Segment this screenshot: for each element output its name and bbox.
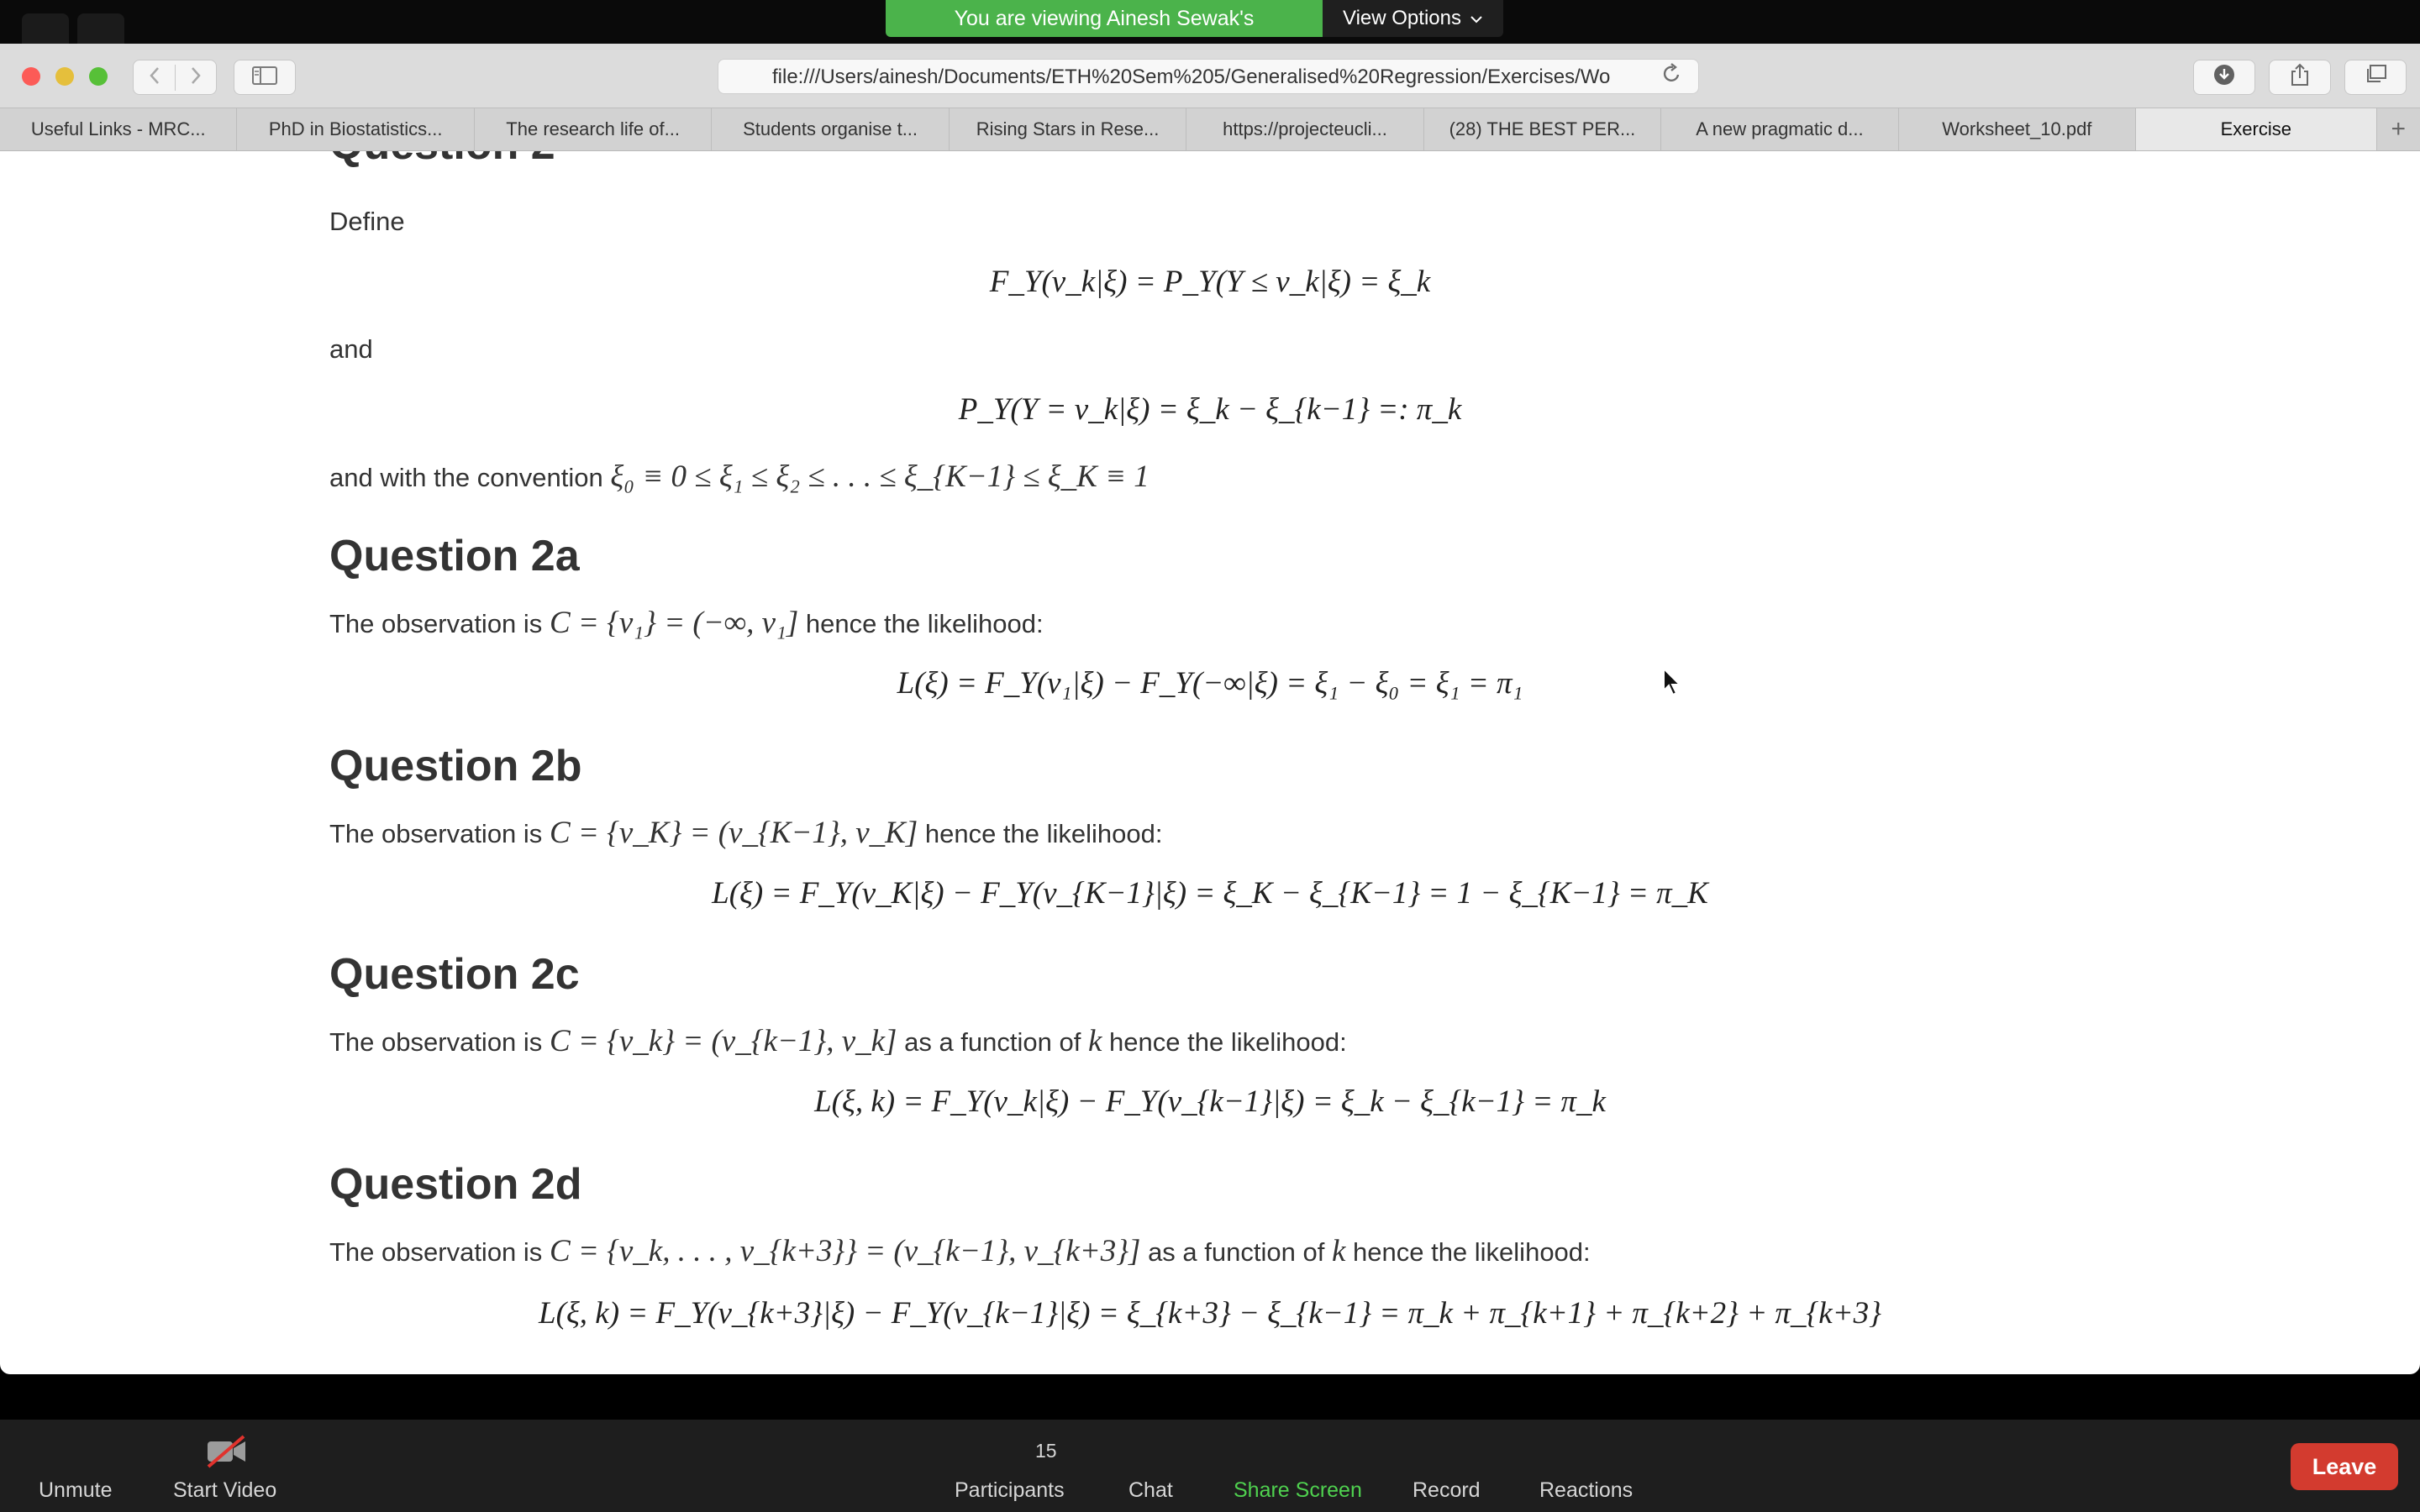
equation-pmf: P_Y(Y = v_k|ξ) = ξ_k − ξ_{k−1} =: π_k [958, 392, 1462, 427]
question-2c-text: The observation is C = {v_k} = (v_{k−1},… [329, 1023, 1347, 1059]
zoom-controls-bar: Unmute Start Video 15 Participants Chat … [0, 1420, 2420, 1512]
leave-button[interactable]: Leave [2291, 1443, 2398, 1490]
sidebar-toggle-button[interactable] [234, 60, 296, 95]
zoom-top-bar: You are viewing Ainesh Sewak's screen Vi… [0, 0, 2420, 67]
screen-share-banner: You are viewing Ainesh Sewak's screen Vi… [886, 0, 1503, 67]
function-of-text: as a function of [904, 1027, 1081, 1057]
browser-tab[interactable]: Useful Links - MRC... [0, 108, 238, 150]
likelihood-lead: hence the likelihood: [924, 819, 1163, 848]
browser-tab[interactable]: PhD in Biostatistics... [237, 108, 475, 150]
question-2a-heading: Question 2a [329, 532, 580, 580]
browser-tab[interactable]: Students organise t... [712, 108, 950, 150]
and-text: and [329, 334, 373, 364]
question-2b-heading: Question 2b [329, 742, 582, 790]
forward-arrow-icon[interactable] [176, 65, 216, 91]
chat-button[interactable]: Chat [1128, 1478, 1173, 1503]
view-options-label: View Options [1343, 7, 1461, 29]
browser-tab[interactable]: The research life of... [475, 108, 713, 150]
reactions-button[interactable]: Reactions [1539, 1478, 1633, 1503]
viewing-screen-label: You are viewing Ainesh Sewak's screen [886, 0, 1323, 67]
back-forward-buttons [133, 60, 217, 95]
browser-tab[interactable]: A new pragmatic d... [1661, 108, 1899, 150]
convention-paragraph: and with the convention ξ₀ ≡ 0 ≤ ξ₁ ≤ ξ₂… [329, 459, 1150, 495]
participants-count: 15 [1035, 1440, 1057, 1462]
start-video-button[interactable]: Start Video [173, 1478, 276, 1503]
address-bar[interactable]: file:///Users/ainesh/Documents/ETH%20Sem… [718, 59, 1699, 94]
likelihood-lead: hence the likelihood: [1353, 1237, 1591, 1267]
back-arrow-icon[interactable] [134, 64, 176, 91]
observation-lead: The observation is [329, 609, 543, 638]
question-2c-equation: L(ξ, k) = F_Y(v_k|ξ) − F_Y(v_{k−1}|ξ) = … [814, 1084, 1606, 1119]
define-text: Define [329, 207, 405, 236]
question-2c-heading: Question 2c [329, 950, 580, 999]
new-tab-plus-icon[interactable]: + [2377, 108, 2420, 150]
downloads-button[interactable] [2193, 60, 2255, 95]
convention-text: and with the convention [329, 463, 603, 492]
convention-math: ξ₀ ≡ 0 ≤ ξ₁ ≤ ξ₂ ≤ . . . ≤ ξ_{K−1} ≤ ξ_K… [610, 459, 1150, 494]
function-of-text: as a function of [1148, 1237, 1325, 1267]
download-icon [2213, 64, 2235, 92]
question-2d-equation: L(ξ, k) = F_Y(v_{k+3}|ξ) − F_Y(v_{k−1}|ξ… [539, 1296, 1881, 1331]
browser-tab-active[interactable]: Exercise [2136, 108, 2377, 150]
browser-tab[interactable]: https://projecteucli... [1186, 108, 1424, 150]
share-screen-button[interactable]: Share Screen [1234, 1478, 1362, 1503]
mouse-pointer-icon [1662, 666, 1684, 701]
observation-math: C = {v_k} = (v_{k−1}, v_k] [549, 1024, 897, 1058]
address-url: file:///Users/ainesh/Documents/ETH%20Sem… [772, 66, 1611, 88]
observation-math: C = {v_k, . . . , v_{k+3}} = (v_{k−1}, v… [549, 1234, 1141, 1268]
question-2b-equation: L(ξ) = F_Y(v_K|ξ) − F_Y(v_{K−1}|ξ) = ξ_K… [712, 876, 1708, 911]
share-button[interactable] [2269, 60, 2331, 95]
zoom-window-button[interactable] [89, 67, 108, 86]
question-2a-equation: L(ξ) = F_Y(v₁|ξ) − F_Y(−∞|ξ) = ξ₁ − ξ₀ =… [897, 666, 1523, 701]
unmute-button[interactable]: Unmute [39, 1478, 113, 1503]
question-2a-text: The observation is C = {v₁} = (−∞, v₁] h… [329, 605, 1044, 641]
observation-lead: The observation is [329, 819, 543, 848]
equation-cdf: F_Y(v_k|ξ) = P_Y(Y ≤ v_k|ξ) = ξ_k [989, 265, 1431, 299]
participants-button[interactable]: Participants [955, 1478, 1065, 1503]
minimize-window-button[interactable] [55, 67, 74, 86]
question-2d-text: The observation is C = {v_k, . . . , v_{… [329, 1233, 1591, 1269]
observation-lead: The observation is [329, 1237, 543, 1267]
video-off-icon [205, 1435, 249, 1473]
likelihood-lead: hence the likelihood: [1109, 1027, 1347, 1057]
close-window-button[interactable] [22, 67, 40, 86]
page-heading-partial: Question 2 [329, 151, 555, 170]
observation-math: C = {v₁} = (−∞, v₁] [549, 606, 799, 640]
document-view: Question 2 Define F_Y(v_k|ξ) = P_Y(Y ≤ v… [0, 151, 2420, 1374]
browser-tab[interactable]: (28) THE BEST PER... [1424, 108, 1662, 150]
variable-k: k [1087, 1024, 1102, 1058]
browser-tab[interactable]: Worksheet_10.pdf [1899, 108, 2137, 150]
view-options-button[interactable]: View Options [1323, 0, 1503, 37]
observation-math: C = {v_K} = (v_{K−1}, v_K] [549, 816, 918, 850]
question-2d-heading: Question 2d [329, 1160, 582, 1209]
observation-lead: The observation is [329, 1027, 543, 1057]
likelihood-lead: hence the likelihood: [805, 609, 1044, 638]
chevron-down-icon [1470, 0, 1483, 37]
sidebar-icon [252, 65, 277, 91]
tab-bar: Useful Links - MRC... PhD in Biostatisti… [0, 108, 2420, 151]
question-2b-text: The observation is C = {v_K} = (v_{K−1},… [329, 815, 1163, 851]
tabs-icon [2365, 64, 2386, 91]
reload-icon[interactable] [1661, 60, 1681, 93]
share-icon [2290, 63, 2310, 92]
tab-overview-button[interactable] [2344, 60, 2407, 95]
record-button[interactable]: Record [1413, 1478, 1481, 1503]
browser-tab[interactable]: Rising Stars in Rese... [950, 108, 1187, 150]
browser-toolbar: file:///Users/ainesh/Documents/ETH%20Sem… [0, 44, 2420, 108]
variable-k: k [1331, 1234, 1346, 1268]
